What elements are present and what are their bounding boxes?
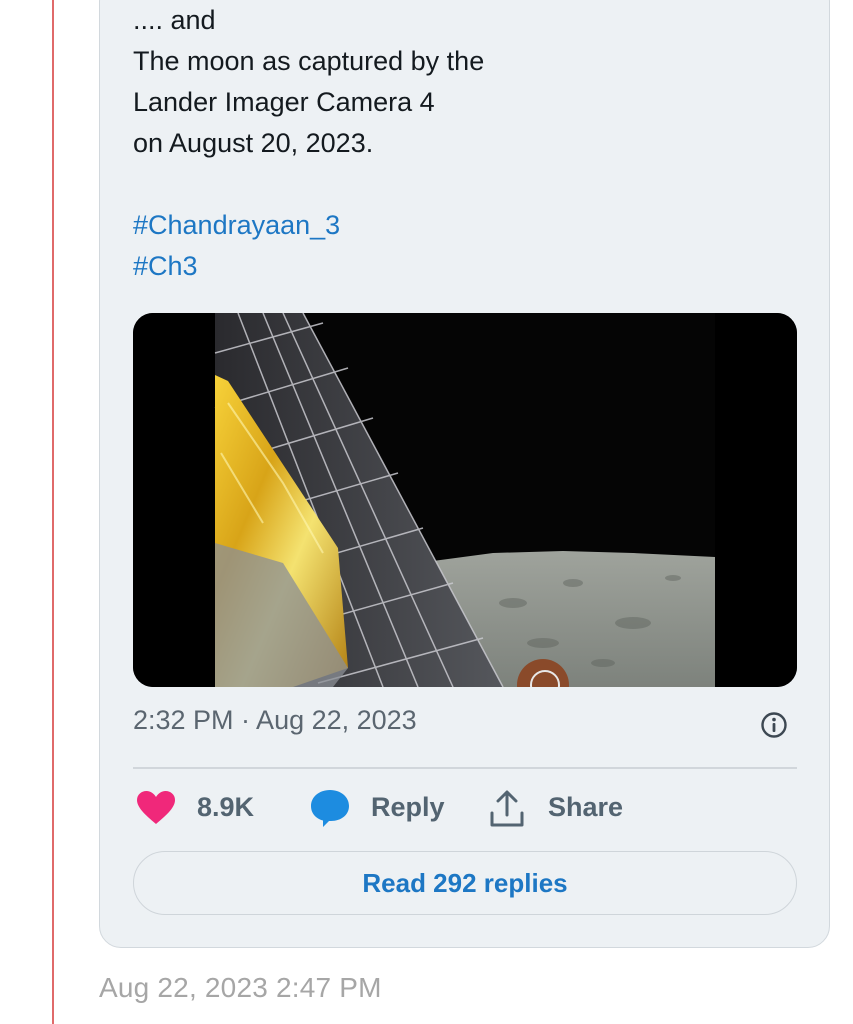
speech-bubble-icon[interactable]: [309, 788, 351, 828]
tweet-text-line: .... and: [133, 5, 216, 35]
tweet-timestamp[interactable]: 2:32 PM · Aug 22, 2023: [133, 705, 417, 736]
tweet-text: .... and The moon as captured by the Lan…: [133, 0, 773, 287]
tweet-text-line: The moon as captured by the: [133, 46, 485, 76]
hashtag-link-chandrayaan[interactable]: #Chandrayaan_3: [133, 205, 773, 246]
tweet-text-line: on August 20, 2023.: [133, 128, 374, 158]
post-date: Aug 22, 2023 2:47 PM: [99, 972, 382, 1003]
reply-button[interactable]: Reply: [371, 792, 445, 823]
tweet-text-line: Lander Imager Camera 4: [133, 87, 435, 117]
tweet-media-image[interactable]: [133, 313, 797, 687]
share-upload-icon[interactable]: [489, 789, 525, 829]
moon-lander-photo: [133, 313, 797, 687]
actions-divider: [133, 767, 797, 769]
page: .... and The moon as captured by the Lan…: [0, 0, 853, 1024]
info-icon[interactable]: [760, 711, 788, 739]
hashtag-link-ch3[interactable]: #Ch3: [133, 246, 773, 287]
thread-rule: [52, 0, 54, 1024]
like-count[interactable]: 8.9K: [197, 792, 254, 823]
share-button[interactable]: Share: [548, 792, 623, 823]
heart-icon[interactable]: [136, 790, 176, 826]
read-replies-button[interactable]: Read 292 replies: [133, 851, 797, 915]
